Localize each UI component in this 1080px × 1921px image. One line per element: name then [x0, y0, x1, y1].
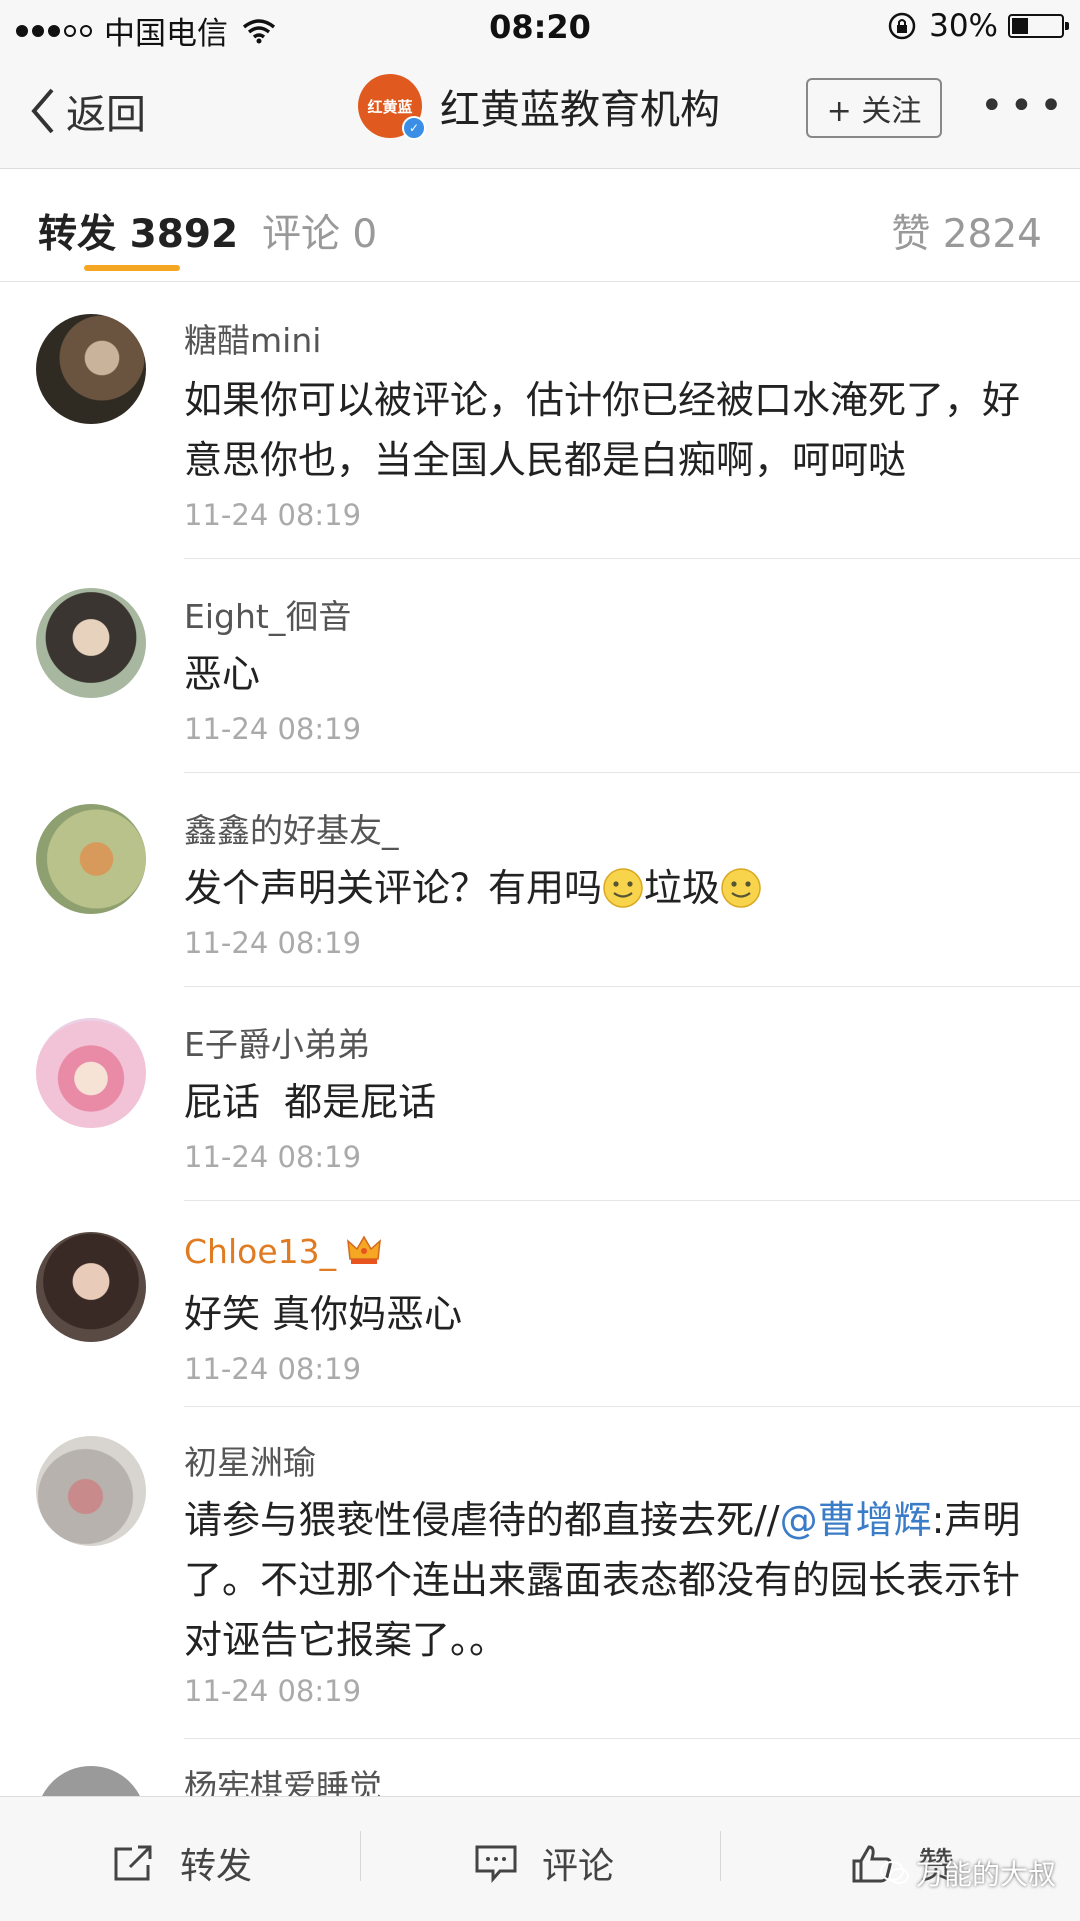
- status-right: 30%: [887, 8, 1069, 44]
- divider: [184, 1738, 1080, 1739]
- username[interactable]: 初星洲瑜: [184, 1436, 316, 1484]
- divider: [184, 1200, 1080, 1201]
- list-item[interactable]: E子爵小弟弟 屁话 都是屁话 11-24 08:19: [0, 988, 1080, 1202]
- username[interactable]: 鑫鑫的好基友_: [184, 804, 399, 852]
- list-item[interactable]: Chloe13_ 好笑 真你妈恶心 11-24 08:19: [0, 1202, 1080, 1408]
- timestamp: 11-24 08:19: [184, 498, 362, 532]
- username[interactable]: 杨宪棋爱睡觉: [184, 1760, 382, 1800]
- battery-icon: [1008, 14, 1069, 38]
- avatar[interactable]: [36, 314, 146, 424]
- comment-text: 屁话 都是屁话: [184, 1080, 437, 1124]
- avatar[interactable]: [36, 1766, 146, 1800]
- account-logo: 红黄蓝 ✓: [358, 74, 426, 140]
- comment-text-part: 发个声明关评论？有用吗: [184, 866, 603, 910]
- comment-button[interactable]: 评论: [474, 1837, 614, 1889]
- username[interactable]: Chloe13_: [184, 1232, 382, 1271]
- timestamp: 11-24 08:19: [184, 1674, 362, 1708]
- smile-emoji-icon: [603, 868, 643, 908]
- page-title: 红黄蓝教育机构: [440, 87, 720, 133]
- list-item[interactable]: 糖醋mini 如果你可以被评论，估计你已经被口水淹死了，好意思你也，当全国人民都…: [0, 284, 1080, 560]
- divider: [184, 558, 1080, 559]
- username[interactable]: Eight_徊音: [184, 590, 351, 638]
- comment-text: 恶心: [184, 652, 261, 696]
- mention-link[interactable]: @曹增辉: [780, 1498, 932, 1542]
- back-button[interactable]: 返回: [28, 82, 146, 140]
- divider: [184, 1406, 1080, 1407]
- nav-bar: 返回 红黄蓝 ✓ 红黄蓝教育机构 + 关注 •••: [0, 56, 1080, 169]
- repost-button[interactable]: 转发: [112, 1837, 252, 1889]
- bottom-action-bar: 转发 评论 赞 万能的大叔: [0, 1796, 1080, 1921]
- timestamp: 11-24 08:19: [184, 1140, 362, 1174]
- back-label: 返回: [66, 92, 146, 138]
- timestamp: 11-24 08:19: [184, 712, 362, 746]
- divider: [360, 1831, 361, 1881]
- username-text: Chloe13_: [184, 1232, 337, 1271]
- list-item[interactable]: 初星洲瑜 请参与猥亵性侵虐待的都直接去死//@曹增辉:声明了。不过那个连出来露面…: [0, 1408, 1080, 1740]
- verified-badge-icon: ✓: [402, 116, 426, 140]
- tab-comment[interactable]: 评论 0: [262, 203, 377, 259]
- list-item[interactable]: 杨宪棋爱睡觉: [0, 1740, 1080, 1800]
- chevron-left-icon: [31, 88, 54, 134]
- battery-percent: 30%: [929, 8, 998, 44]
- avatar[interactable]: [36, 1436, 146, 1546]
- comment-text: 请参与猥亵性侵虐待的都直接去死//@曹增辉:声明了。不过那个连出来露面表态都没有…: [184, 1490, 1050, 1670]
- repost-label: 转发: [180, 1846, 253, 1887]
- wechat-icon: [880, 1861, 909, 1884]
- comment-text: 如果你可以被评论，估计你已经被口水淹死了，好意思你也，当全国人民都是白痴啊，呵呵…: [184, 378, 1021, 482]
- account-header[interactable]: 红黄蓝 ✓ 红黄蓝教育机构: [358, 74, 720, 140]
- avatar[interactable]: [36, 804, 146, 914]
- avatar[interactable]: [36, 1018, 146, 1128]
- comment-text: 发个声明关评论？有用吗 垃圾: [184, 858, 1050, 918]
- tab-like[interactable]: 赞 2824: [891, 203, 1042, 259]
- avatar[interactable]: [36, 1232, 146, 1342]
- divider: [184, 986, 1080, 987]
- avatar[interactable]: [36, 588, 146, 698]
- follow-button[interactable]: + 关注: [806, 78, 942, 138]
- timestamp: 11-24 08:19: [184, 926, 362, 960]
- tab-repost[interactable]: 转发 3892: [38, 203, 238, 259]
- watermark-text: 万能的大叔: [916, 1858, 1057, 1891]
- list-item[interactable]: 鑫鑫的好基友_ 发个声明关评论？有用吗 垃圾 11-24 08:19: [0, 774, 1080, 988]
- divider: [184, 772, 1080, 773]
- username[interactable]: 糖醋mini: [184, 314, 321, 362]
- comment-text: 好笑 真你妈恶心: [184, 1292, 463, 1336]
- divider: [720, 1831, 721, 1881]
- active-tab-indicator: [84, 265, 180, 271]
- share-icon: [114, 1845, 152, 1881]
- comment-label: 评论: [542, 1846, 615, 1887]
- more-options-icon[interactable]: •••: [980, 86, 1069, 126]
- logo-text: 红黄蓝: [367, 97, 413, 116]
- status-bar: 中国电信 08:20 30%: [0, 0, 1080, 56]
- comment-text-part: 请参与猥亵性侵虐待的都直接去死//: [184, 1498, 780, 1542]
- username[interactable]: E子爵小弟弟: [184, 1018, 370, 1066]
- crown-icon: [347, 1235, 382, 1264]
- comment-icon: [475, 1845, 517, 1883]
- smile-emoji-icon: [721, 868, 761, 908]
- list-item[interactable]: Eight_徊音 恶心 11-24 08:19: [0, 560, 1080, 774]
- timestamp: 11-24 08:19: [184, 1352, 362, 1386]
- comment-text-part: 垃圾: [644, 866, 721, 910]
- stats-tabs: 转发 3892 评论 0 赞 2824: [0, 169, 1080, 282]
- rotation-lock-icon: [888, 12, 916, 40]
- watermark: 万能的大叔: [880, 1853, 1056, 1893]
